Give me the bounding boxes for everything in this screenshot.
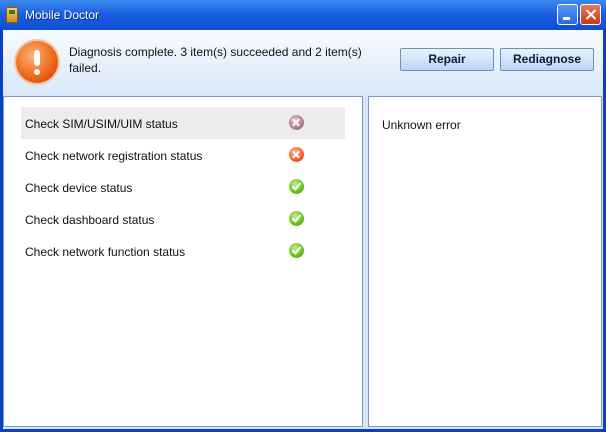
rediagnose-button[interactable]: Rediagnose [500, 48, 594, 71]
check-icon [289, 243, 304, 258]
detail-panel: Unknown error [368, 96, 602, 427]
check-list-panel: Check SIM/USIM/UIM status Check network … [3, 96, 363, 427]
diagnosis-message: Diagnosis complete. 3 item(s) succeeded … [69, 45, 362, 75]
alert-icon [16, 41, 58, 83]
check-label: Check dashboard status [25, 213, 155, 227]
title-bar[interactable]: Mobile Doctor [0, 0, 606, 30]
check-list: Check SIM/USIM/UIM status Check network … [21, 107, 345, 267]
check-row-network-function[interactable]: Check network function status [21, 235, 345, 267]
close-button[interactable] [580, 4, 601, 25]
check-icon [289, 179, 304, 194]
client-area: Diagnosis complete. 3 item(s) succeeded … [3, 30, 603, 429]
check-row-dashboard-status[interactable]: Check dashboard status [21, 203, 345, 235]
mobile-doctor-window: Mobile Doctor Diagnosis complete. 3 item… [0, 0, 606, 432]
check-label: Check SIM/USIM/UIM status [25, 117, 178, 131]
fail-icon [289, 115, 304, 130]
check-row-network-registration[interactable]: Check network registration status [21, 139, 345, 171]
check-label: Check device status [25, 181, 133, 195]
check-icon [289, 211, 304, 226]
diagnosis-header: Diagnosis complete. 3 item(s) succeeded … [3, 30, 603, 92]
check-row-device-status[interactable]: Check device status [21, 171, 345, 203]
check-label: Check network function status [25, 245, 186, 259]
repair-button[interactable]: Repair [400, 48, 494, 71]
check-label: Check network registration status [25, 149, 203, 163]
fail-icon [289, 147, 304, 162]
error-detail-text: Unknown error [382, 118, 461, 132]
check-row-sim-status[interactable]: Check SIM/USIM/UIM status [21, 107, 345, 139]
minimize-button[interactable] [557, 4, 578, 25]
mobile-doctor-icon [6, 7, 18, 23]
window-title: Mobile Doctor [25, 8, 100, 22]
